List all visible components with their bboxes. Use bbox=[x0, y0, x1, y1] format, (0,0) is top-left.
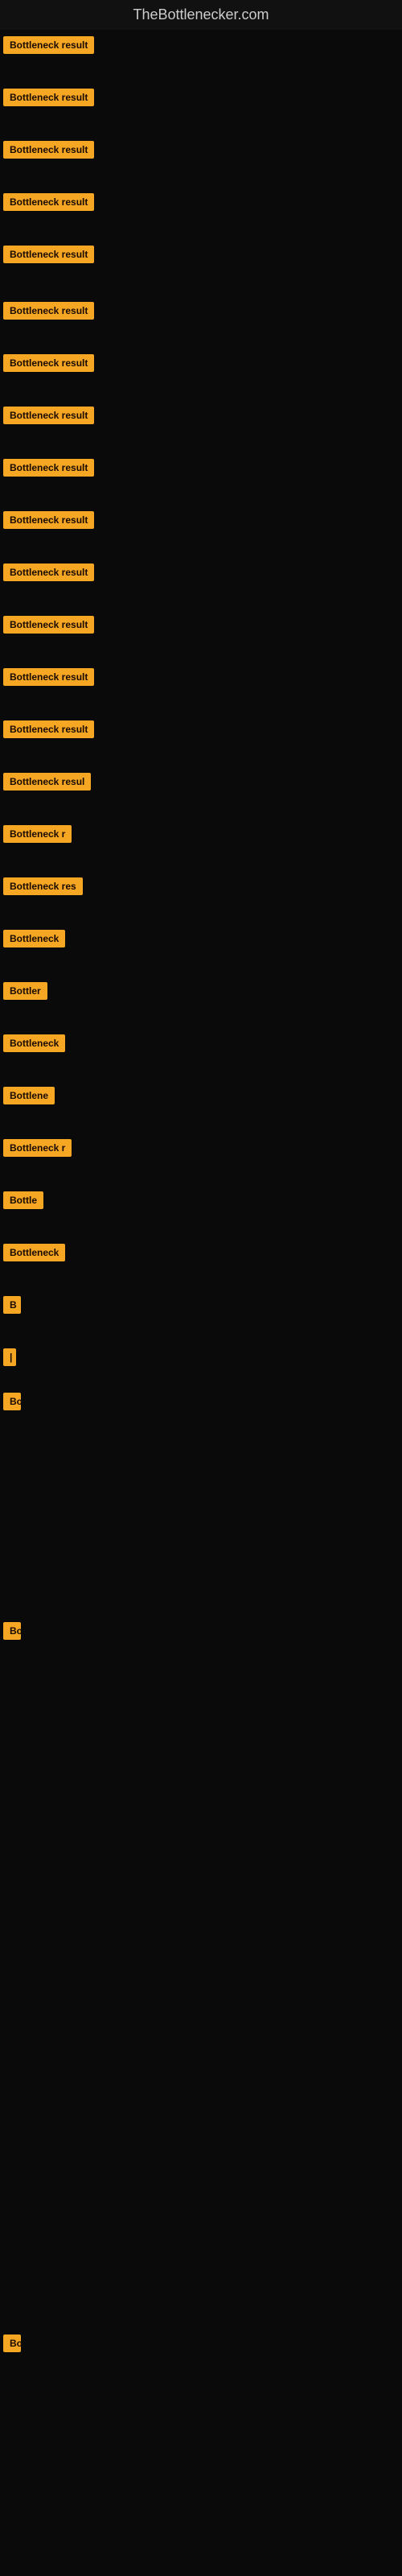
list-item: Bo bbox=[0, 1386, 402, 1616]
list-item: Bottleneck result bbox=[0, 295, 402, 348]
bottleneck-badge[interactable]: | bbox=[3, 1348, 16, 1366]
list-item: Bottleneck r bbox=[0, 1133, 402, 1185]
bottleneck-badge[interactable]: Bottleneck bbox=[3, 1244, 65, 1261]
bottleneck-badge[interactable]: Bottleneck result bbox=[3, 193, 94, 211]
bottleneck-badge-final[interactable]: Bo bbox=[3, 2334, 21, 2352]
bottleneck-badge[interactable]: Bottleneck result bbox=[3, 407, 94, 424]
bottleneck-badge[interactable]: Bo bbox=[3, 1393, 21, 1410]
list-item: | bbox=[0, 1342, 402, 1386]
bottleneck-badge[interactable]: Bottleneck result bbox=[3, 616, 94, 634]
list-item: Bottleneck result bbox=[0, 187, 402, 239]
list-item: Bottleneck result bbox=[0, 239, 402, 295]
bottleneck-badge[interactable]: Bottleneck bbox=[3, 1034, 65, 1052]
list-item: Bottleneck bbox=[0, 923, 402, 976]
bottleneck-badge[interactable]: Bottlene bbox=[3, 1087, 55, 1104]
list-item: Bottleneck bbox=[0, 1028, 402, 1080]
bottleneck-badge[interactable]: Bottleneck resul bbox=[3, 773, 91, 791]
bottleneck-badge[interactable]: Bottleneck result bbox=[3, 720, 94, 738]
bottleneck-badge[interactable]: Bottleneck result bbox=[3, 668, 94, 686]
bottleneck-list: Bottleneck result Bottleneck result Bottle… bbox=[0, 30, 402, 2363]
bottleneck-badge[interactable]: Bottleneck result bbox=[3, 354, 94, 372]
bottleneck-badge[interactable]: Bottleneck res bbox=[3, 877, 83, 895]
list-item: B bbox=[0, 1290, 402, 1342]
bottleneck-badge[interactable]: Bottleneck result bbox=[3, 246, 94, 263]
list-item: Bottleneck result bbox=[0, 662, 402, 714]
list-item: Bottleneck result bbox=[0, 400, 402, 452]
list-item: Bottleneck result bbox=[0, 134, 402, 187]
list-item: Bottleneck result bbox=[0, 505, 402, 557]
list-item: Bottler bbox=[0, 976, 402, 1028]
bottleneck-badge[interactable]: Bottleneck bbox=[3, 930, 65, 947]
bottleneck-badge[interactable]: Bottleneck result bbox=[3, 511, 94, 529]
list-item: Bottleneck result bbox=[0, 609, 402, 662]
list-item: Bottleneck result bbox=[0, 714, 402, 766]
bottleneck-badge[interactable]: Bottleneck r bbox=[3, 825, 72, 843]
bottleneck-badge[interactable]: Bottleneck r bbox=[3, 1139, 72, 1157]
bottleneck-badge[interactable]: Bo bbox=[3, 1622, 21, 1640]
list-item: Bottleneck result bbox=[0, 82, 402, 134]
bottleneck-badge[interactable]: Bottleneck result bbox=[3, 302, 94, 320]
list-item: Bottle bbox=[0, 1185, 402, 1237]
site-title: TheBottlenecker.com bbox=[0, 0, 402, 30]
bottleneck-badge[interactable]: B bbox=[3, 1296, 21, 1314]
list-item: Bottleneck result bbox=[0, 452, 402, 505]
list-item: Bottleneck bbox=[0, 1237, 402, 1290]
bottleneck-badge[interactable]: Bottleneck result bbox=[3, 141, 94, 159]
list-item: Bo bbox=[0, 1616, 402, 1845]
list-item: Bottleneck res bbox=[0, 871, 402, 923]
list-item: Bottlene bbox=[0, 1080, 402, 1133]
list-item: Bottleneck r bbox=[0, 819, 402, 871]
bottleneck-badge[interactable]: Bottleneck result bbox=[3, 564, 94, 581]
list-item: Bottleneck result bbox=[0, 30, 402, 82]
bottleneck-badge[interactable]: Bottler bbox=[3, 982, 47, 1000]
list-item-final: Bo bbox=[0, 2328, 402, 2363]
bottleneck-badge[interactable]: Bottleneck result bbox=[3, 459, 94, 477]
bottleneck-badge[interactable]: Bottle bbox=[3, 1191, 43, 1209]
list-item: Bottleneck result bbox=[0, 557, 402, 609]
bottleneck-badge[interactable]: Bottleneck result bbox=[3, 36, 94, 54]
list-item: Bottleneck result bbox=[0, 348, 402, 400]
bottleneck-badge[interactable]: Bottleneck result bbox=[3, 89, 94, 106]
list-item: Bottleneck resul bbox=[0, 766, 402, 819]
